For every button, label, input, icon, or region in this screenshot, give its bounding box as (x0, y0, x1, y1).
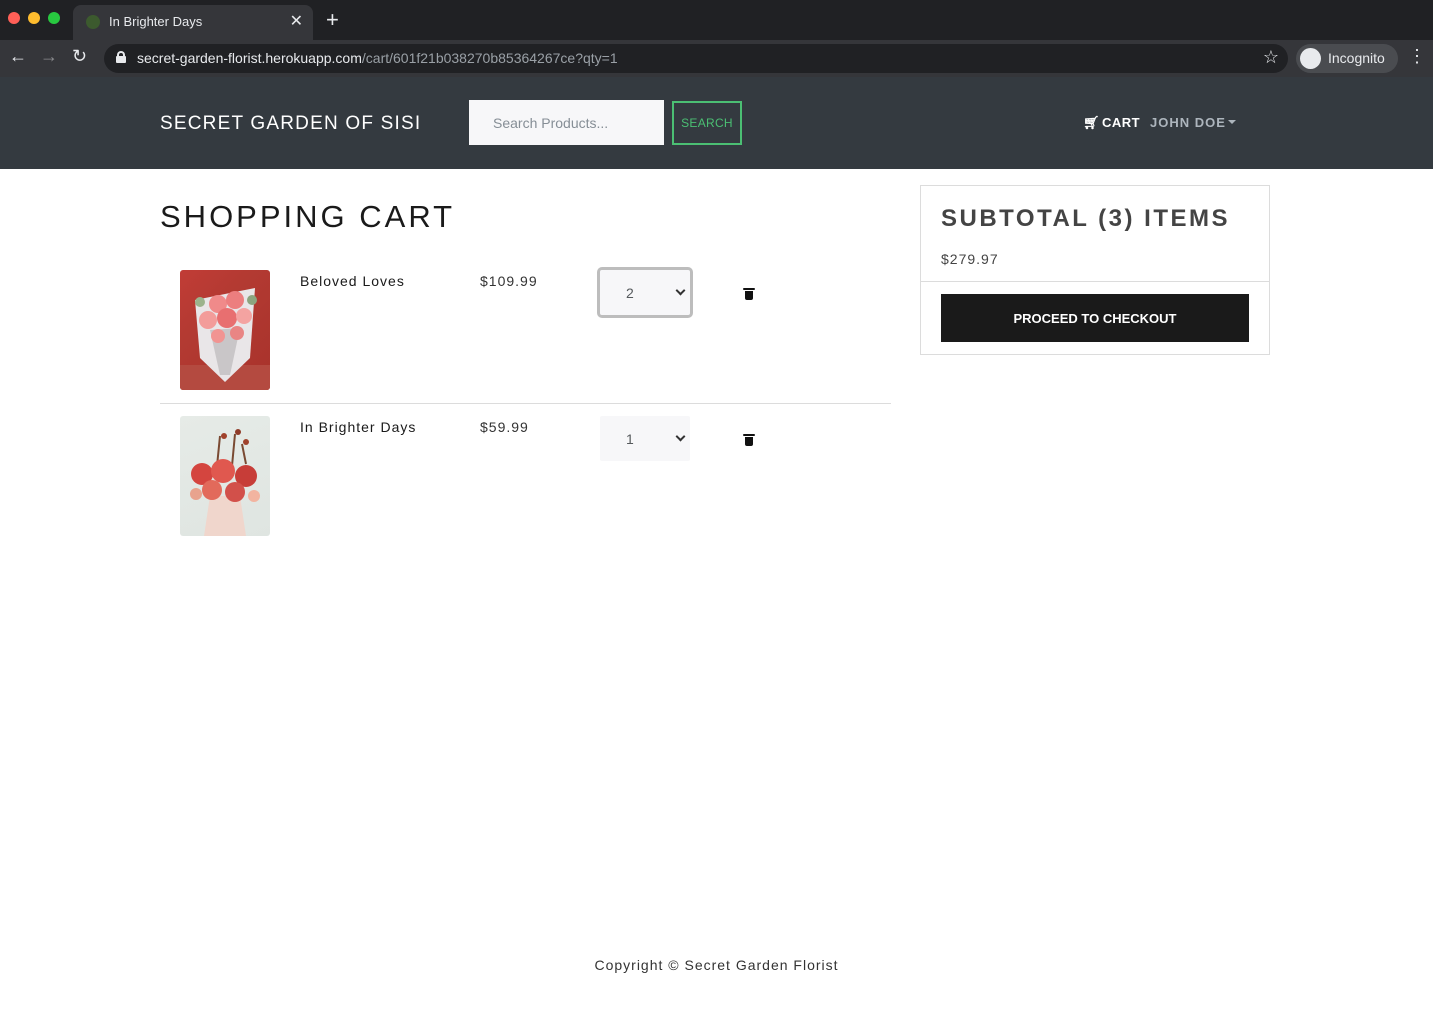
tab-close-icon[interactable]: ✕ (290, 11, 303, 31)
menu-kebab-icon[interactable]: ⋮ (1408, 46, 1426, 67)
subtotal-title: SUBTOTAL (3) ITEMS (941, 205, 1231, 232)
subtotal-amount: $279.97 (941, 251, 999, 267)
window-maximize-button[interactable] (48, 12, 60, 24)
product-name-link[interactable]: In Brighter Days (300, 419, 416, 435)
trash-icon[interactable] (743, 434, 755, 446)
product-price: $109.99 (480, 273, 538, 289)
window-minimize-button[interactable] (28, 12, 40, 24)
cart-link[interactable]: 🛒︎ CART (1083, 115, 1140, 131)
cart-icon: 🛒︎ (1083, 115, 1101, 130)
brand-logo[interactable]: SECRET GARDEN OF SISI (160, 113, 421, 135)
site-navbar: SECRET GARDEN OF SISI SEARCH 🛒︎CART JOHN… (0, 77, 1433, 169)
quantity-select[interactable]: 2 (597, 267, 693, 318)
address-bar[interactable]: secret-garden-florist.herokuapp.com/cart… (104, 44, 1288, 73)
tab-title: In Brighter Days (109, 14, 203, 29)
product-price: $59.99 (480, 419, 529, 435)
caret-down-icon (1227, 120, 1236, 124)
product-image[interactable] (180, 270, 270, 390)
cart-item-row: Beloved Loves $109.99 2 (160, 258, 891, 404)
incognito-icon (1300, 48, 1321, 69)
product-name-link[interactable]: Beloved Loves (300, 273, 405, 289)
trash-icon[interactable] (743, 288, 755, 300)
bookmark-star-icon[interactable]: ☆ (1263, 47, 1279, 68)
favicon-icon (86, 15, 100, 29)
user-dropdown[interactable]: JOHN DOE (1150, 115, 1236, 130)
page-title: SHOPPING CART (160, 199, 456, 234)
subtotal-header: SUBTOTAL (3) ITEMS $279.97 (921, 186, 1269, 282)
product-image[interactable] (180, 416, 270, 536)
new-tab-icon[interactable]: + (326, 8, 339, 32)
forward-arrow-icon[interactable]: → (40, 46, 58, 67)
back-arrow-icon[interactable]: ← (9, 46, 27, 67)
profile-button[interactable]: Incognito (1296, 44, 1398, 73)
browser-tab[interactable]: In Brighter Days ✕ (73, 5, 313, 40)
profile-label: Incognito (1328, 50, 1385, 66)
search-input[interactable] (469, 100, 664, 145)
footer-copyright: Copyright © Secret Garden Florist (594, 957, 839, 973)
browser-toolbar: ← → ↻ secret-garden-florist.herokuapp.co… (0, 40, 1433, 77)
reload-icon[interactable]: ↻ (72, 46, 87, 67)
url-text: secret-garden-florist.herokuapp.com/cart… (137, 50, 618, 66)
window-close-button[interactable] (8, 12, 20, 24)
proceed-to-checkout-button[interactable]: PROCEED TO CHECKOUT (941, 294, 1249, 342)
subtotal-card: SUBTOTAL (3) ITEMS $279.97 PROCEED TO CH… (920, 185, 1270, 355)
cart-item-row: In Brighter Days $59.99 1 (160, 404, 891, 550)
quantity-select[interactable]: 1 (600, 416, 690, 461)
browser-tab-bar: In Brighter Days ✕ + (0, 0, 1433, 40)
search-button[interactable]: SEARCH (672, 101, 742, 145)
lock-icon (116, 51, 126, 63)
